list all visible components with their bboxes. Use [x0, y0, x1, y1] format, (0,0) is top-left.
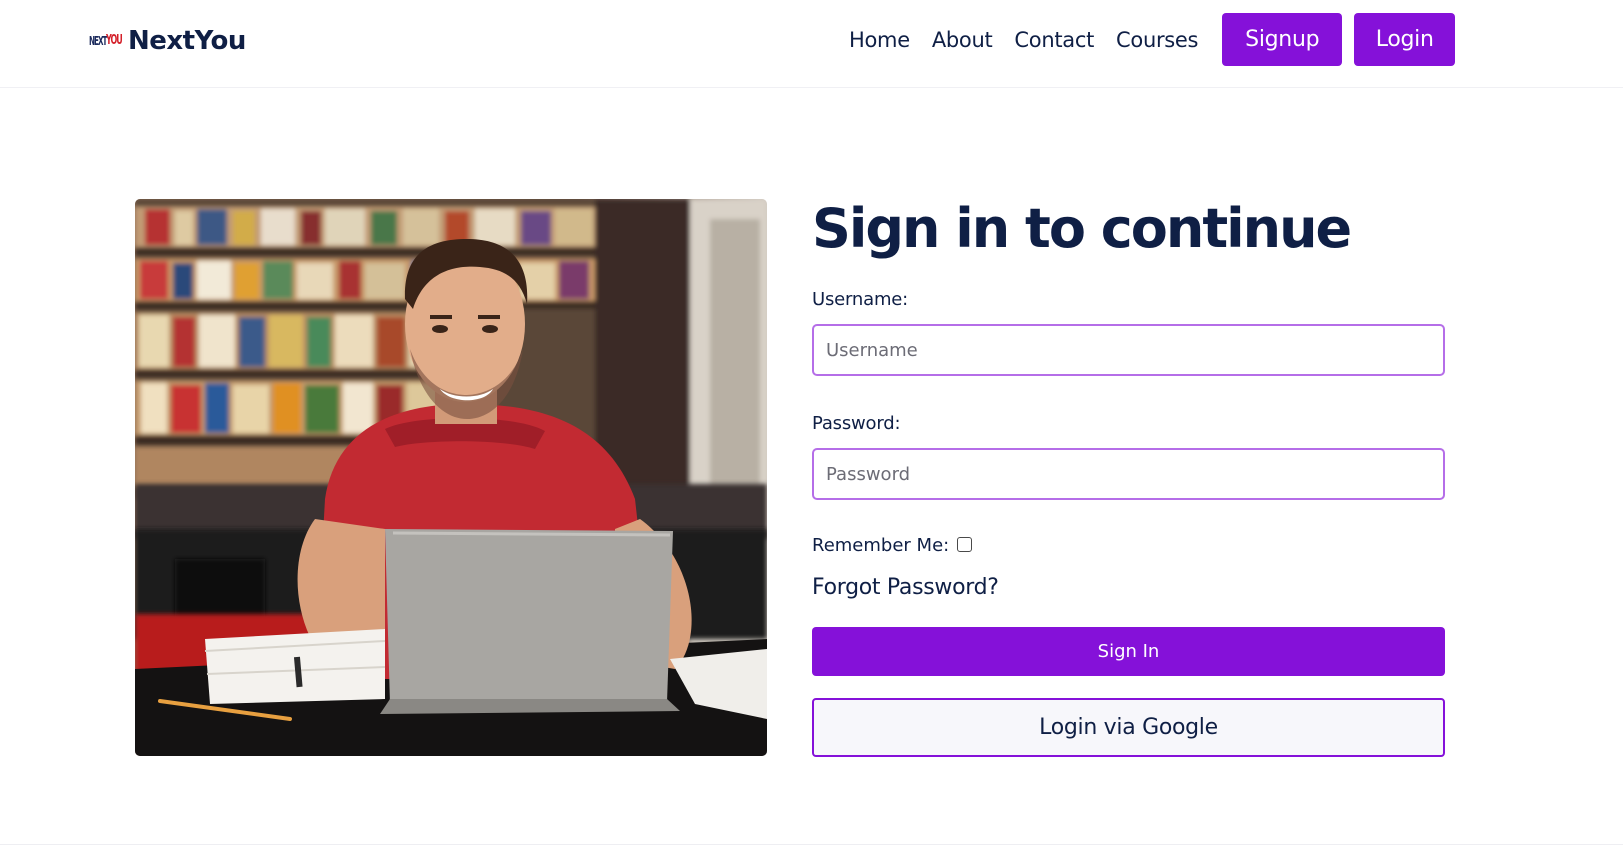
signin-form: Sign in to continue Username: Password: … — [812, 197, 1445, 757]
remember-me-row: Remember Me: — [812, 535, 973, 556]
navbar: NEXT YOU NextYou Home About Contact Cour… — [0, 0, 1623, 88]
brand-logo-text-b: YOU — [106, 32, 123, 48]
remember-me-label: Remember Me: — [812, 535, 950, 556]
nav-link-contact[interactable]: Contact — [1014, 28, 1094, 52]
remember-me-checkbox[interactable] — [957, 537, 973, 552]
footer-divider — [0, 844, 1623, 845]
page-title: Sign in to continue — [812, 197, 1352, 260]
brand-logo-text-a: NEXT — [89, 34, 107, 49]
password-label: Password: — [812, 413, 901, 434]
login-button[interactable]: Login — [1354, 13, 1456, 66]
username-label: Username: — [812, 289, 909, 310]
brand-logo-icon: NEXT YOU — [89, 30, 123, 52]
brand-link[interactable]: NEXT YOU NextYou — [89, 24, 246, 58]
nav-link-courses[interactable]: Courses — [1116, 28, 1198, 52]
login-via-google-button[interactable]: Login via Google — [812, 698, 1445, 757]
signup-button[interactable]: Signup — [1222, 13, 1343, 66]
nav-link-about[interactable]: About — [932, 28, 993, 52]
brand-name: NextYou — [128, 26, 246, 56]
username-input[interactable] — [812, 324, 1445, 376]
nav-link-home[interactable]: Home — [849, 28, 910, 52]
sign-in-button[interactable]: Sign In — [812, 627, 1445, 676]
nav-links: Home About Contact Courses Signup Login — [849, 13, 1456, 66]
student-with-laptop-photo — [135, 199, 767, 756]
password-input[interactable] — [812, 448, 1445, 500]
forgot-password-link[interactable]: Forgot Password? — [812, 575, 999, 600]
